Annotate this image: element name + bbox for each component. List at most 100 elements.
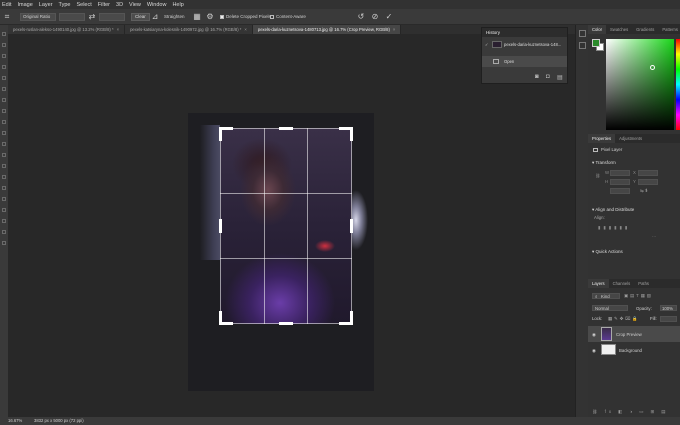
crop-tool-icon[interactable]: ⌗: [2, 12, 12, 22]
color-picker-field[interactable]: [606, 39, 674, 130]
blend-mode-select[interactable]: Normal: [592, 305, 628, 311]
trash-icon[interactable]: ▤: [557, 74, 563, 81]
fill-input[interactable]: [660, 316, 677, 322]
history-item-open[interactable]: Open: [482, 56, 567, 67]
height-input[interactable]: [610, 179, 630, 185]
path-select-tool-icon[interactable]: [2, 208, 6, 212]
brush-tool-icon[interactable]: [2, 109, 6, 113]
snapshot-icon[interactable]: ◙: [535, 74, 539, 80]
crop-handle-left[interactable]: [219, 219, 222, 233]
width-field[interactable]: [59, 13, 85, 21]
more-icon[interactable]: ···: [652, 234, 656, 239]
gear-icon[interactable]: ⚙: [205, 12, 215, 22]
tab-color[interactable]: Color: [588, 25, 607, 34]
cancel-icon[interactable]: ⊘: [370, 12, 380, 22]
close-icon[interactable]: ×: [117, 27, 119, 32]
menu-layer[interactable]: Layer: [39, 2, 53, 8]
kind-filter-select[interactable]: ⌕ Kind: [592, 293, 620, 299]
crop-handle-bottom[interactable]: [279, 322, 293, 325]
tab-document-3[interactable]: pexels-daria-kuznetsova-1480713.jpg @ 16…: [252, 25, 402, 34]
marquee-tool-icon[interactable]: [2, 43, 6, 47]
history-icon[interactable]: [578, 30, 586, 37]
close-icon[interactable]: ×: [393, 27, 395, 32]
menu-image[interactable]: Image: [17, 2, 32, 8]
angle-input[interactable]: [610, 188, 630, 194]
link-icon[interactable]: ⛓: [595, 173, 600, 179]
height-field[interactable]: [99, 13, 125, 21]
history-brush-tool-icon[interactable]: [2, 131, 6, 135]
tab-adjustments[interactable]: Adjustments: [615, 134, 646, 143]
stamp-tool-icon[interactable]: [2, 120, 6, 124]
transform-section[interactable]: ▾ Transform: [592, 160, 616, 166]
pen-tool-icon[interactable]: [2, 186, 6, 190]
brush-settings-icon[interactable]: [578, 42, 586, 49]
y-input[interactable]: [638, 179, 658, 185]
blur-tool-icon[interactable]: [2, 164, 6, 168]
tab-document-2[interactable]: pexels-katsiaryna-kolesnik-1490972.jpg @…: [125, 25, 253, 34]
zoom-level[interactable]: 16.67%: [8, 417, 22, 425]
swap-icon[interactable]: ⇄: [87, 12, 97, 22]
crop-handle-top-right[interactable]: [350, 127, 353, 141]
crop-tool-icon[interactable]: [2, 76, 6, 80]
align-section[interactable]: ▾ Align and Distribute: [592, 207, 634, 213]
content-aware-checkbox[interactable]: Content-Aware: [270, 13, 306, 21]
menu-select[interactable]: Select: [76, 2, 91, 8]
history-snapshot[interactable]: ✓ pexels-daria-kuznetsova-148...: [482, 39, 567, 50]
overlay-grid-icon[interactable]: ▦: [192, 12, 202, 22]
clear-button[interactable]: Clear: [131, 13, 150, 21]
shape-tool-icon[interactable]: [2, 219, 6, 223]
crop-handle-right[interactable]: [350, 219, 353, 233]
type-tool-icon[interactable]: [2, 197, 6, 201]
menu-window[interactable]: Window: [147, 2, 167, 8]
crop-handle-top-left[interactable]: [219, 127, 222, 141]
tab-document-1[interactable]: pexels-ruslan-alekso-1490140.jpg @ 13.2%…: [8, 25, 126, 34]
reset-icon[interactable]: ↺: [356, 12, 366, 22]
delete-cropped-checkbox[interactable]: Delete Cropped Pixels: [220, 13, 271, 21]
gradient-tool-icon[interactable]: [2, 153, 6, 157]
tab-gradients[interactable]: Gradients: [632, 25, 658, 34]
opacity-input[interactable]: 100%: [660, 305, 677, 311]
eraser-tool-icon[interactable]: [2, 142, 6, 146]
dodge-tool-icon[interactable]: [2, 175, 6, 179]
color-picker-handle[interactable]: [650, 65, 655, 70]
document-info[interactable]: 3832 px x 5000 px (72 ppi): [34, 417, 84, 425]
layer-row-crop-preview[interactable]: ◉ Crop Preview: [588, 326, 680, 342]
straighten-icon[interactable]: ⊿: [150, 12, 160, 22]
tab-channels[interactable]: Channels: [609, 279, 635, 288]
align-icons[interactable]: ▮▮▮▮▮▮: [598, 225, 630, 231]
eye-icon[interactable]: ◉: [592, 348, 596, 354]
hand-tool-icon[interactable]: [2, 230, 6, 234]
quick-select-tool-icon[interactable]: [2, 65, 6, 69]
flip-icons[interactable]: ⇋ ⥮: [640, 188, 648, 194]
lasso-tool-icon[interactable]: [2, 54, 6, 58]
commit-icon[interactable]: ✓: [384, 12, 394, 22]
menu-3d[interactable]: 3D: [116, 2, 123, 8]
eyedropper-tool-icon[interactable]: [2, 87, 6, 91]
menu-filter[interactable]: Filter: [98, 2, 110, 8]
ratio-select[interactable]: Original Ratio: [20, 13, 56, 21]
layer-row-background[interactable]: ◉ Background: [588, 343, 680, 357]
tab-paths[interactable]: Paths: [634, 279, 653, 288]
menu-view[interactable]: View: [129, 2, 141, 8]
close-icon[interactable]: ×: [244, 27, 246, 32]
menu-type[interactable]: Type: [59, 2, 71, 8]
healing-tool-icon[interactable]: [2, 98, 6, 102]
crop-preview-image[interactable]: [220, 128, 352, 324]
lock-icons[interactable]: ▦✎✥⌧🔒: [608, 316, 640, 322]
tab-layers[interactable]: Layers: [588, 279, 609, 288]
width-input[interactable]: [610, 170, 630, 176]
crop-handle-bottom-right[interactable]: [350, 311, 353, 325]
crop-handle-bottom-left[interactable]: [219, 311, 222, 325]
layer-footer-icons[interactable]: ⛓ fx ◧ ◑ ▭ ⊞ ▤: [592, 409, 668, 415]
x-input[interactable]: [638, 170, 658, 176]
camera-icon[interactable]: ◘: [546, 74, 550, 80]
menu-help[interactable]: Help: [172, 2, 183, 8]
filter-icons[interactable]: ▣▤T▦▧: [624, 293, 653, 299]
foreground-color-swatch[interactable]: [592, 39, 600, 47]
eye-icon[interactable]: ◉: [592, 332, 596, 338]
crop-handle-top[interactable]: [279, 127, 293, 130]
move-tool-icon[interactable]: [2, 32, 6, 36]
hue-slider[interactable]: [676, 39, 680, 130]
tab-patterns[interactable]: Patterns: [658, 25, 680, 34]
tab-swatches[interactable]: Swatches: [606, 25, 632, 34]
